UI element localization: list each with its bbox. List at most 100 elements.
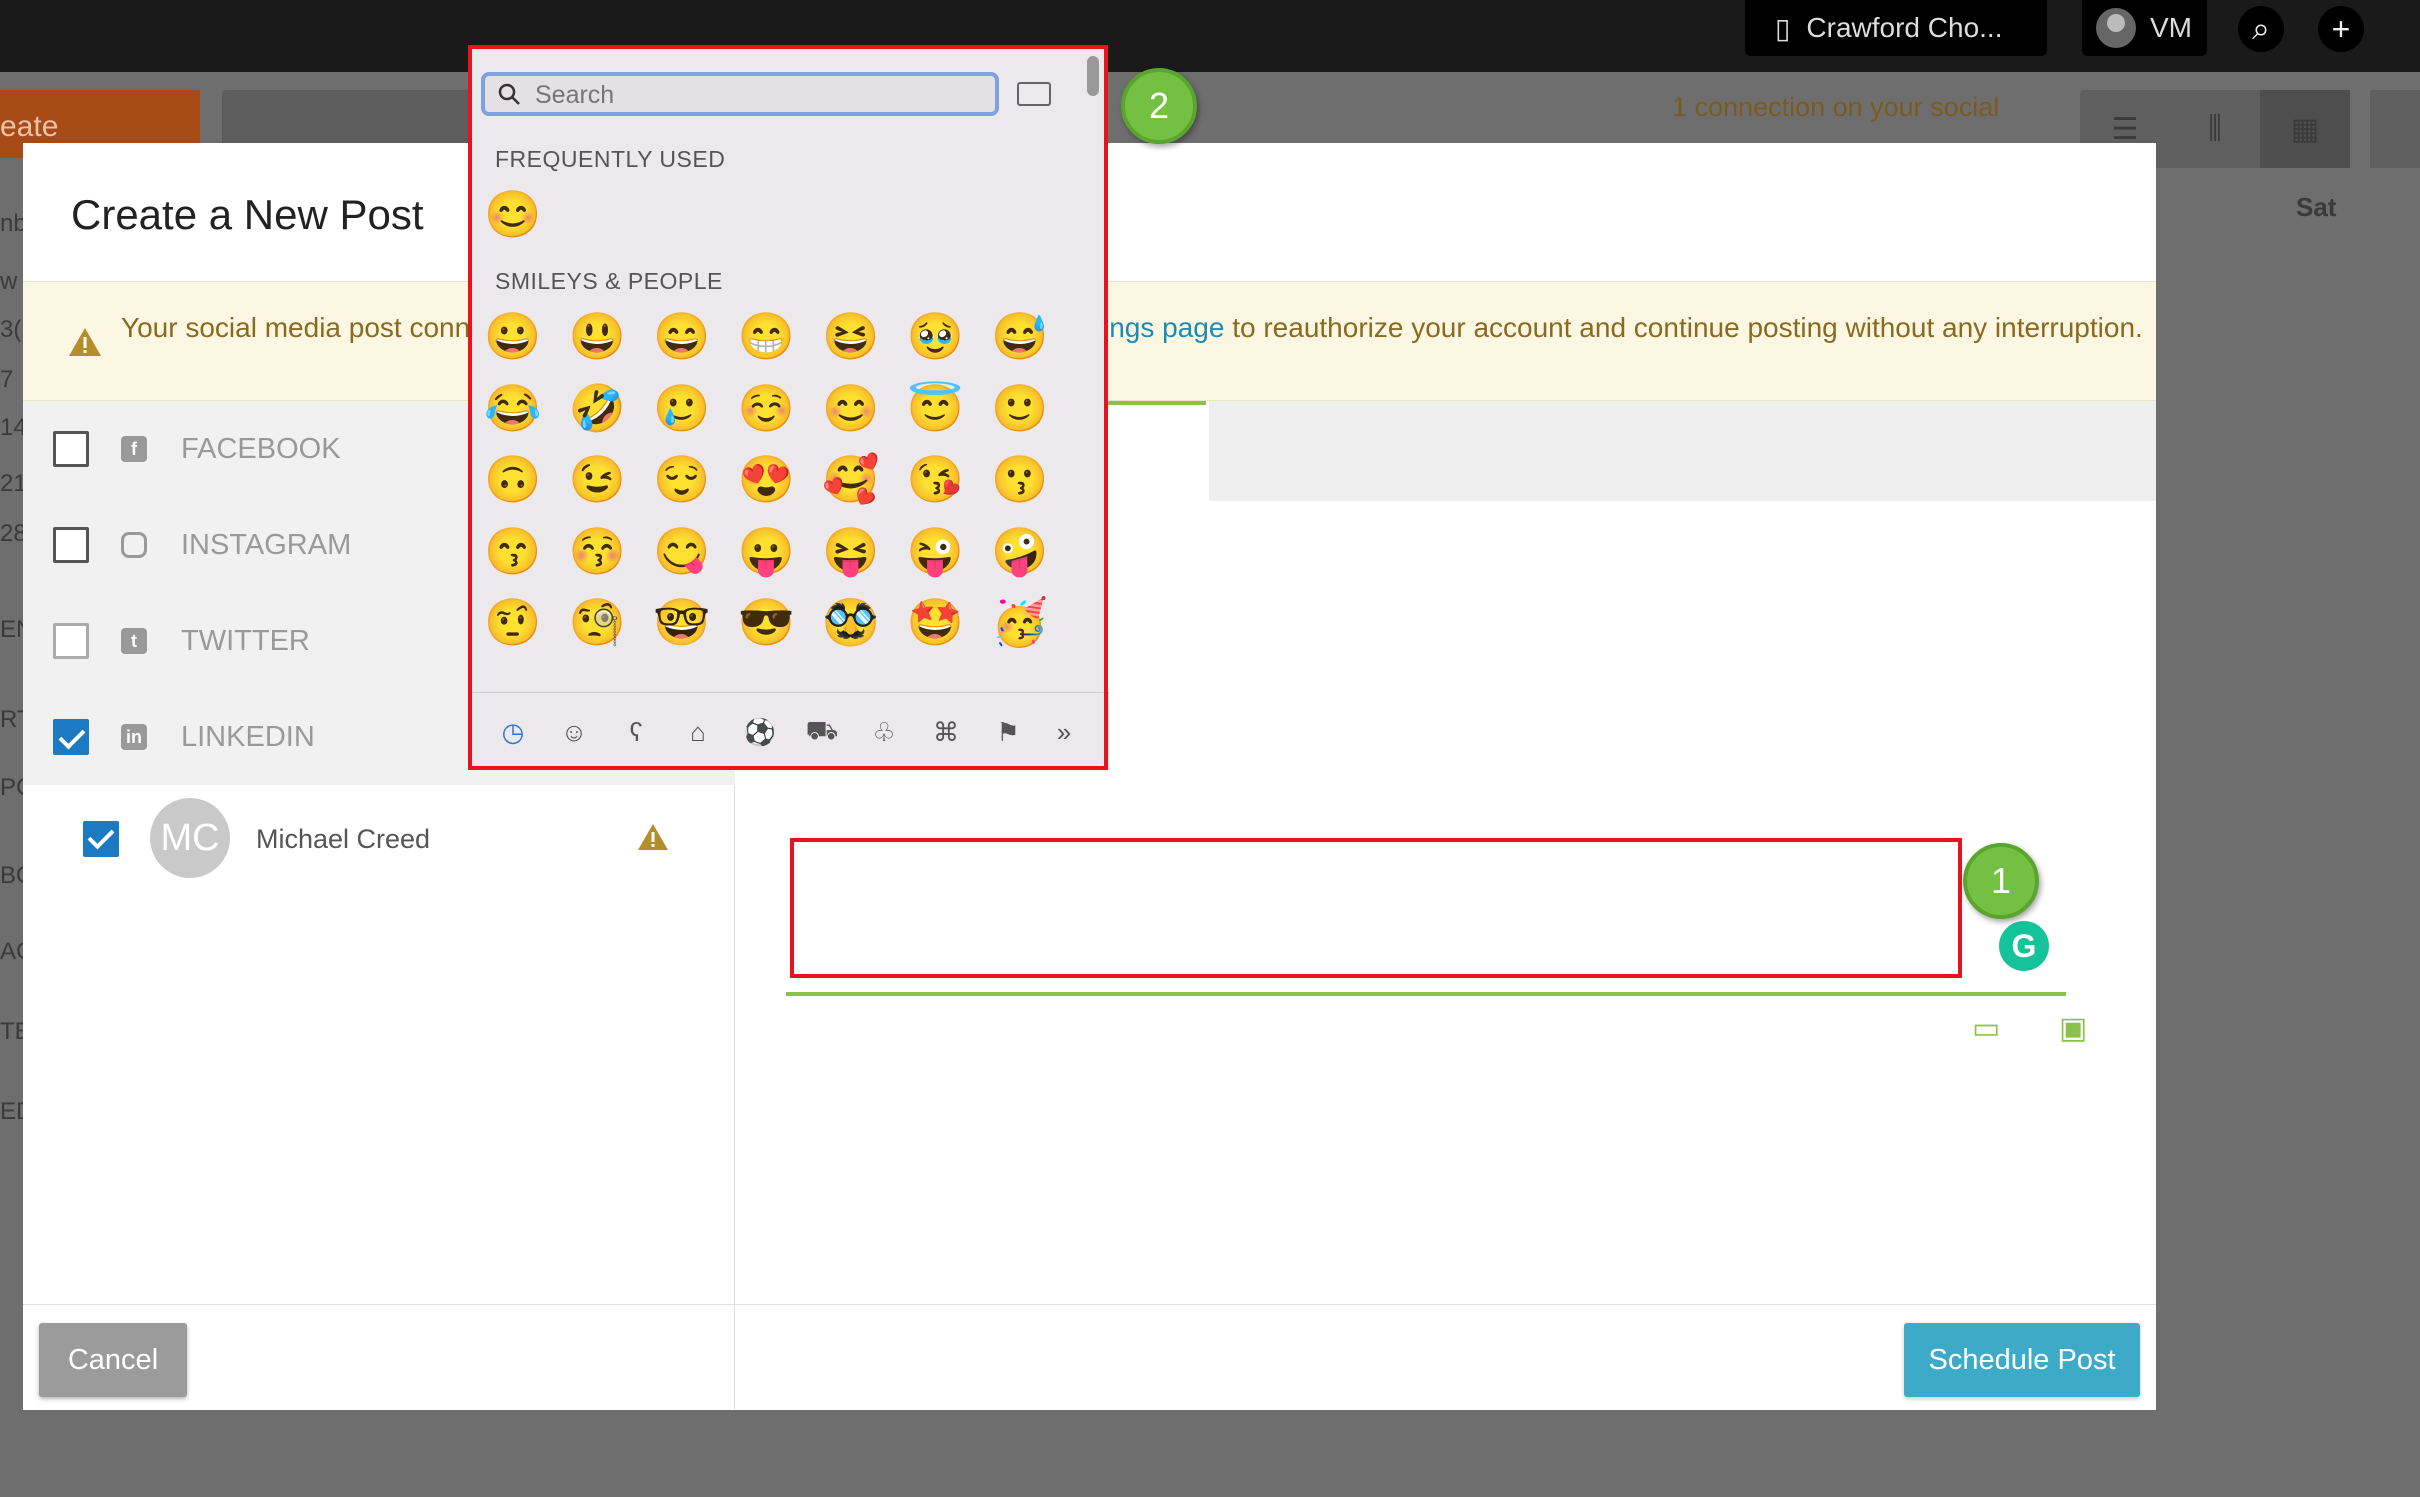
smileys-heading: SMILEYS & PEOPLE [495, 268, 723, 294]
linkedin-checkbox[interactable] [53, 719, 89, 755]
emoji-category-bar: ◷ ☺ ʕ ⌂ ⚽ ⛟ ♧ ⌘ ⚑ » [469, 692, 1109, 770]
objects-icon[interactable]: ♧ [867, 715, 901, 749]
background-label: 7 [0, 366, 14, 393]
emoji-item[interactable]: 😍 [738, 451, 795, 507]
account-warning-icon[interactable] [637, 823, 669, 851]
emoji-item[interactable]: 😃 [569, 308, 626, 364]
emoji-item[interactable]: 🤩 [907, 594, 964, 650]
emoji-item[interactable]: 😊 [484, 186, 541, 242]
instagram-checkbox[interactable] [53, 527, 89, 563]
month-view-icon: ▦ [2260, 90, 2350, 168]
emoji-item[interactable]: 😌 [653, 451, 710, 507]
emoji-item[interactable]: 🙃 [484, 451, 541, 507]
emoji-item[interactable]: 🤪 [991, 523, 1048, 579]
emoji-item[interactable]: 😚 [569, 523, 626, 579]
building-icon: ▯ [1775, 12, 1791, 44]
inactive-tab[interactable] [1209, 401, 2156, 501]
search-icon[interactable]: ⌕ [2238, 6, 2284, 52]
facebook-icon: f [121, 436, 147, 462]
network-label: FACEBOOK [181, 432, 341, 465]
emoji-item[interactable]: 🤨 [484, 594, 541, 650]
emoji-item[interactable]: 🥰 [822, 451, 879, 507]
org-name: Crawford Cho... [1806, 12, 2003, 43]
recent-icon[interactable]: ◷ [496, 715, 530, 749]
saturday-header: Sat [2296, 192, 2337, 222]
linkedin-icon: in [121, 724, 147, 750]
warning-text-start: Your social media post conn [121, 312, 471, 343]
emoji-item[interactable]: 😛 [738, 523, 795, 579]
popup-pointer [765, 770, 809, 792]
character-viewer-icon[interactable] [1017, 82, 1051, 106]
user-initials: VM [2150, 12, 2192, 43]
schedule-post-button[interactable]: Schedule Post [1904, 1323, 2140, 1397]
emoji-item[interactable]: 😆 [822, 308, 879, 364]
food-icon[interactable]: ⌂ [681, 715, 715, 749]
image-icon[interactable]: ▣ [2059, 1011, 2087, 1046]
emoji-search-box[interactable] [481, 72, 999, 116]
emoji-item[interactable]: 😅 [991, 308, 1048, 364]
emoji-item[interactable]: 🥹 [907, 308, 964, 364]
user-avatar-icon [2096, 8, 2136, 48]
warning-icon [69, 328, 101, 356]
add-icon[interactable]: + [2318, 6, 2364, 52]
cancel-button[interactable]: Cancel [39, 1323, 187, 1397]
emoji-item[interactable]: 😗 [991, 451, 1048, 507]
emoji-item[interactable]: 😎 [738, 594, 795, 650]
sports-icon[interactable]: ⚽ [743, 715, 777, 749]
emoji-item[interactable]: 🥳 [991, 594, 1048, 650]
emoji-item[interactable]: 😘 [907, 451, 964, 507]
emoji-search-input[interactable] [535, 80, 975, 110]
video-icon[interactable]: ▭ [1972, 1011, 2000, 1046]
step-1-marker: 1 [1963, 843, 2039, 919]
more-icon[interactable]: » [1047, 715, 1081, 749]
emoji-item[interactable]: 😜 [907, 523, 964, 579]
emoji-item[interactable]: 🧐 [569, 594, 626, 650]
travel-icon[interactable]: ⛟ [805, 715, 839, 749]
network-label: TWITTER [181, 624, 310, 657]
modal-footer-divider [23, 1304, 2156, 1305]
top-bar: ▯ Crawford Cho... VM ⌕ + [0, 0, 2420, 72]
emoji-item[interactable]: 😝 [822, 523, 879, 579]
instagram-icon [121, 532, 147, 558]
emoji-item[interactable]: 🥲 [653, 380, 710, 436]
twitter-icon: t [121, 628, 147, 654]
network-label: INSTAGRAM [181, 528, 352, 561]
avatar: MC [150, 798, 230, 878]
emoji-item[interactable]: 😙 [484, 523, 541, 579]
user-menu[interactable]: VM [2082, 0, 2207, 56]
animal-icon[interactable]: ʕ [619, 715, 653, 749]
emoji-item[interactable]: 😇 [907, 380, 964, 436]
symbols-icon[interactable]: ⌘ [929, 715, 963, 749]
emoji-item[interactable]: 😋 [653, 523, 710, 579]
account-name: Michael Creed [256, 824, 431, 854]
account-row[interactable]: MC Michael Creed [23, 791, 735, 901]
emoji-item[interactable]: 😀 [484, 308, 541, 364]
emoji-item[interactable]: 😂 [484, 380, 541, 436]
week-view-icon: ⫼ [2208, 112, 2222, 145]
settings-page-link[interactable]: ings page [1103, 312, 1224, 343]
smiley-icon[interactable]: ☺ [557, 715, 591, 749]
grammarly-icon[interactable]: G [1999, 921, 2049, 971]
account-checkbox[interactable] [83, 821, 119, 857]
emoji-item[interactable]: 😊 [822, 380, 879, 436]
emoji-item[interactable]: 🤣 [569, 380, 626, 436]
twitter-checkbox[interactable] [53, 623, 89, 659]
post-text-input[interactable] [792, 841, 2018, 978]
emoji-item[interactable]: ☺️ [738, 380, 795, 436]
emoji-item[interactable]: 🤓 [653, 594, 710, 650]
search-icon [498, 83, 520, 105]
emoji-scrollbar[interactable] [1087, 56, 1099, 96]
emoji-item[interactable]: 🙂 [991, 380, 1048, 436]
emoji-item[interactable]: 😁 [738, 308, 795, 364]
emoji-item[interactable]: 🥸 [822, 594, 879, 650]
warning-text-tail: to reauthorize your account and continue… [1224, 312, 2143, 343]
emoji-picker: FREQUENTLY USED 😊 SMILEYS & PEOPLE 😀 😃 😄 😁 😆… [468, 45, 1109, 770]
background-label: 3( [0, 316, 22, 343]
warning-text-end: ings page to reauthorize your account an… [1103, 312, 2143, 344]
flags-icon[interactable]: ⚑ [991, 715, 1025, 749]
emoji-item[interactable]: 😉 [569, 451, 626, 507]
emoji-item[interactable]: 😄 [653, 308, 710, 364]
org-switcher[interactable]: ▯ Crawford Cho... [1745, 0, 2047, 56]
create-label: eate [0, 110, 59, 143]
facebook-checkbox[interactable] [53, 431, 89, 467]
